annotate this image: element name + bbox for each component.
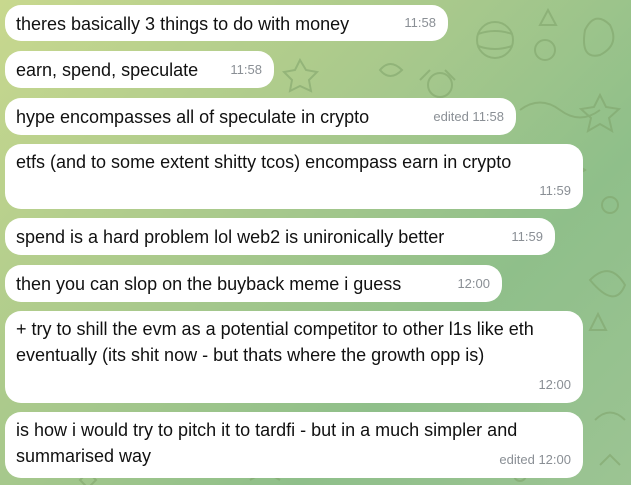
message-timestamp: 11:58 bbox=[404, 15, 436, 30]
message-text: etfs (and to some extent shitty tcos) en… bbox=[16, 152, 512, 172]
message-bubble[interactable]: earn, spend, speculate 11:58 bbox=[5, 51, 274, 88]
message-timestamp: edited 11:58 bbox=[433, 109, 504, 124]
message-bubble[interactable]: is how i would try to pitch it to tardfi… bbox=[5, 412, 583, 478]
message-timestamp: 11:59 bbox=[539, 183, 571, 198]
message-text: spend is a hard problem lol web2 is unir… bbox=[16, 227, 445, 247]
message-bubble[interactable]: theres basically 3 things to do with mon… bbox=[5, 5, 448, 41]
message-bubble[interactable]: etfs (and to some extent shitty tcos) en… bbox=[5, 144, 583, 209]
message-text: is how i would try to pitch it to tardfi… bbox=[16, 420, 518, 466]
message-timestamp: 12:00 bbox=[538, 377, 571, 392]
message-timestamp: 12:00 bbox=[457, 276, 490, 291]
message-timestamp: 11:59 bbox=[511, 229, 543, 244]
message-bubble[interactable]: + try to shill the evm as a potential co… bbox=[5, 311, 583, 403]
message-bubble[interactable]: then you can slop on the buyback meme i … bbox=[5, 265, 502, 302]
message-text: then you can slop on the buyback meme i … bbox=[16, 274, 402, 294]
message-bubble[interactable]: hype encompasses all of speculate in cry… bbox=[5, 98, 516, 135]
message-text: theres basically 3 things to do with mon… bbox=[16, 14, 350, 34]
message-timestamp: 11:58 bbox=[230, 62, 262, 77]
message-bubble[interactable]: spend is a hard problem lol web2 is unir… bbox=[5, 218, 555, 255]
message-text: + try to shill the evm as a potential co… bbox=[16, 319, 534, 365]
message-timestamp: edited 12:00 bbox=[499, 452, 571, 467]
